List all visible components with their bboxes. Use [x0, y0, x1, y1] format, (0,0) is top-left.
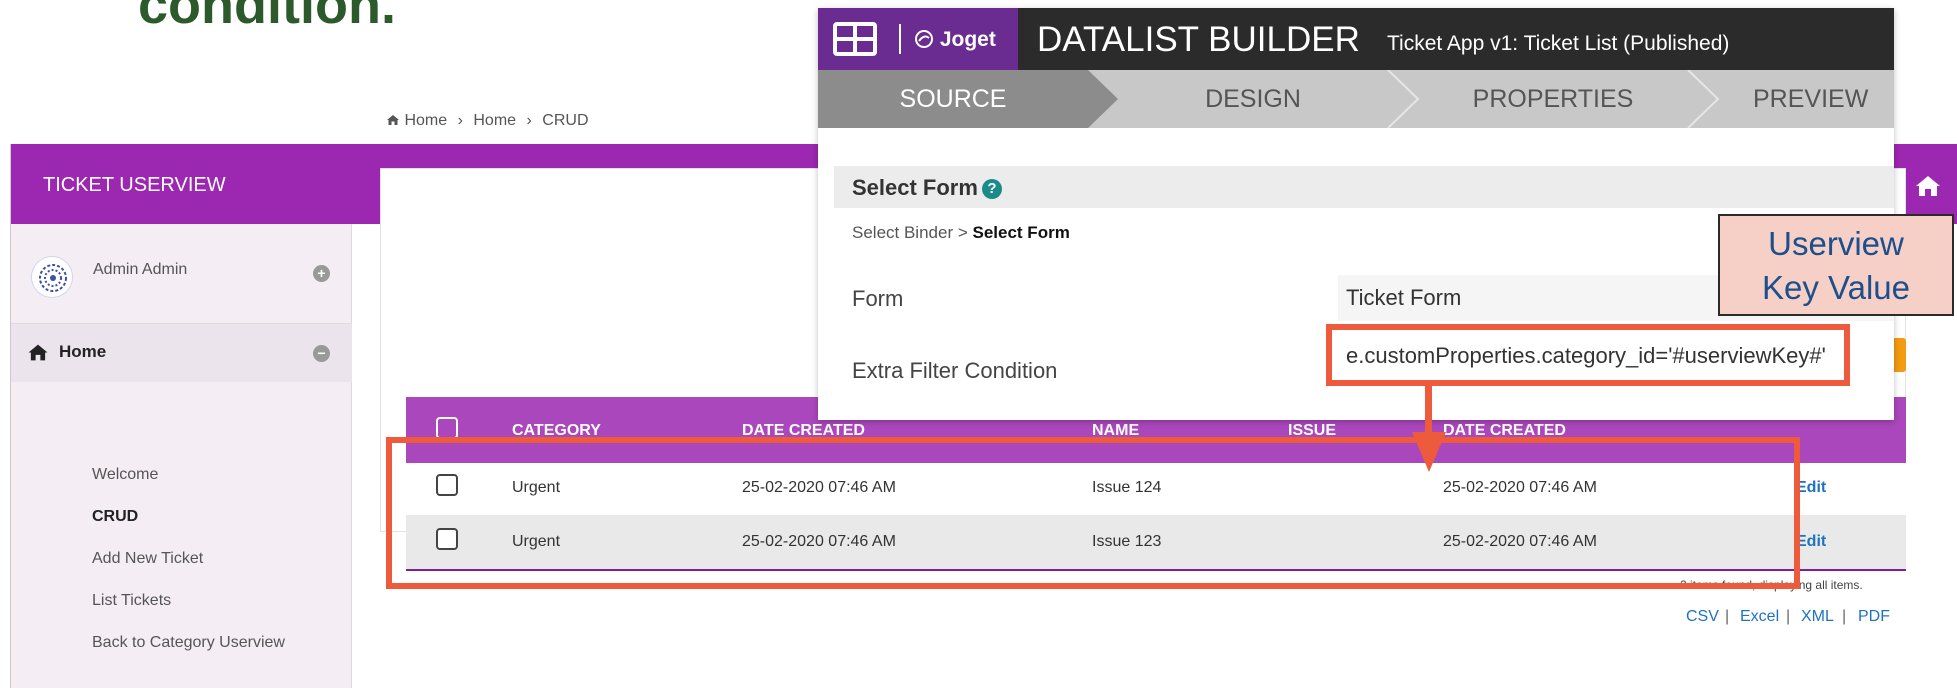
- section-title-text: Select Form: [852, 175, 978, 200]
- builder-title: DATALIST BUILDER: [1037, 20, 1360, 59]
- export-excel-link[interactable]: Excel: [1740, 608, 1779, 626]
- home-icon: [28, 344, 48, 361]
- sidebar-category-label: Home: [59, 342, 107, 361]
- help-icon[interactable]: ?: [981, 179, 1002, 199]
- annotation-callout: Userview Key Value: [1718, 214, 1954, 316]
- breadcrumb: Home › Home › CRUD: [386, 112, 589, 130]
- avatar-pattern-icon: [39, 264, 67, 292]
- crumb-select-binder[interactable]: Select Binder >: [852, 223, 968, 242]
- sidebar-category-home[interactable]: Home −: [11, 324, 352, 382]
- sidebar-item-add-new-ticket[interactable]: Add New Ticket: [92, 550, 203, 568]
- slide-title-fragment: condition.: [138, 0, 396, 35]
- breadcrumb-item-crud: CRUD: [542, 112, 589, 129]
- tab-source[interactable]: SOURCE: [818, 70, 1088, 128]
- export-xml-link[interactable]: XML: [1801, 608, 1834, 626]
- userview-title: TICKET USERVIEW: [43, 174, 226, 196]
- builder-header: Joget DATALIST BUILDER Ticket App v1: Ti…: [818, 8, 1894, 70]
- separator: |: [1842, 608, 1847, 625]
- section-title: Select Form?: [852, 175, 1002, 201]
- builder-logo-block[interactable]: Joget: [818, 8, 1018, 70]
- crumb-select-form: Select Form: [972, 223, 1070, 242]
- annotation-arrow-icon: [1412, 380, 1446, 472]
- export-pdf-link[interactable]: PDF: [1858, 608, 1890, 626]
- breadcrumb-item-home[interactable]: Home: [404, 112, 447, 129]
- filter-highlight-box: [1326, 324, 1850, 386]
- home-button[interactable]: [1898, 166, 1957, 206]
- joget-logo-icon: [915, 30, 933, 48]
- edit-link[interactable]: Edit: [1796, 533, 1826, 551]
- builder-breadcrumb: Select Binder > Select Form: [852, 223, 1070, 243]
- user-name: Admin Admin: [93, 261, 188, 278]
- joget-logo-text: Joget: [939, 28, 996, 51]
- builder-tabs: SOURCE DESIGN PROPERTIES PREVIEW: [818, 70, 1894, 128]
- joget-logo: Joget: [914, 28, 996, 52]
- tab-properties[interactable]: PROPERTIES: [1418, 70, 1688, 128]
- sidebar-item-welcome[interactable]: Welcome: [92, 466, 158, 484]
- userview-sidebar: Admin Admin + Home − Welcome CRUD Add Ne…: [11, 224, 352, 688]
- export-csv-link[interactable]: CSV: [1686, 608, 1719, 626]
- tab-preview[interactable]: PREVIEW: [1753, 70, 1894, 128]
- home-icon: [387, 115, 399, 125]
- avatar[interactable]: [31, 256, 73, 298]
- user-panel: Admin Admin +: [11, 224, 352, 324]
- screenshot-stage: condition. TICKET USERVIEW Admin Admin +…: [0, 0, 1957, 688]
- action-button[interactable]: [1894, 338, 1906, 372]
- logo-divider: [899, 24, 901, 54]
- extra-filter-label: Extra Filter Condition: [852, 358, 1058, 383]
- separator: |: [1786, 608, 1791, 625]
- breadcrumb-separator: ›: [526, 112, 532, 129]
- apps-grid-icon: [833, 22, 877, 56]
- sidebar-item-back-to-category[interactable]: Back to Category Userview: [92, 634, 285, 652]
- form-label: Form: [852, 286, 904, 311]
- builder-subtitle: Ticket App v1: Ticket List (Published): [1387, 32, 1730, 55]
- select-all-checkbox[interactable]: [436, 417, 458, 439]
- breadcrumb-item-home-2[interactable]: Home: [473, 112, 516, 129]
- annotation-line-2: Key Value: [1762, 269, 1910, 306]
- separator: |: [1725, 608, 1730, 625]
- edit-link[interactable]: Edit: [1796, 479, 1826, 497]
- sidebar-item-list-tickets[interactable]: List Tickets: [92, 592, 171, 610]
- collapse-icon[interactable]: −: [313, 345, 330, 362]
- sidebar-item-crud[interactable]: CRUD: [92, 508, 138, 526]
- home-icon: [1916, 176, 1940, 196]
- tab-design[interactable]: DESIGN: [1118, 70, 1388, 128]
- breadcrumb-separator: ›: [457, 112, 463, 129]
- rows-highlight-box: [386, 437, 1800, 589]
- annotation-line-1: Userview: [1768, 225, 1904, 262]
- user-expand-icon[interactable]: +: [313, 265, 330, 282]
